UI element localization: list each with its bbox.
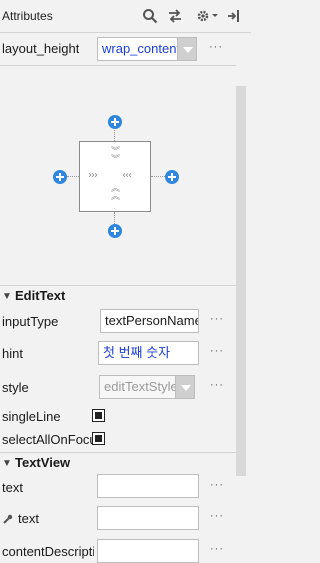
text-row: text ···	[0, 474, 236, 499]
add-constraint-top-icon[interactable]	[108, 115, 122, 129]
hint-row: hint 첫 번째 숫자 ···	[0, 340, 236, 367]
section-title-edittext: EditText	[15, 288, 66, 303]
swap-icon[interactable]	[166, 6, 184, 26]
gear-icon[interactable]	[194, 6, 220, 26]
content-description-label: contentDescription	[2, 544, 94, 559]
constraint-line-left	[67, 176, 79, 177]
text-tools-label: text	[18, 511, 39, 526]
more-button[interactable]: ···	[209, 41, 223, 53]
wrap-content-right-icon[interactable]: ‹‹‹	[122, 171, 132, 181]
attributes-header: Attributes	[0, 0, 251, 33]
divider	[0, 65, 236, 66]
style-row: style editTextStyle ···	[0, 374, 236, 401]
hint-field[interactable]: 첫 번째 숫자	[98, 341, 199, 365]
single-line-row: singleLine	[0, 406, 236, 426]
layout-height-combo[interactable]: wrap_content	[97, 37, 197, 61]
more-button[interactable]: ···	[210, 379, 224, 391]
single-line-checkbox[interactable]	[92, 409, 105, 422]
style-value: editTextStyle	[104, 379, 178, 394]
pin-icon[interactable]	[224, 6, 242, 26]
input-type-row: inputType textPersonName ···	[0, 308, 236, 335]
hint-label: hint	[2, 346, 23, 361]
text-tools-row: text ···	[0, 505, 236, 532]
single-line-label: singleLine	[2, 409, 61, 424]
wrap-content-bottom-icon[interactable]: ︽ ︽	[111, 185, 120, 202]
add-constraint-right-icon[interactable]	[165, 170, 179, 184]
select-all-row: selectAllOnFocus	[0, 429, 236, 449]
add-constraint-bottom-icon[interactable]	[108, 224, 122, 238]
section-header-edittext[interactable]: ▼ EditText	[0, 288, 236, 306]
dropdown-arrow-icon[interactable]	[177, 38, 196, 60]
constraint-line-right	[151, 176, 165, 177]
content-description-row: contentDescription ···	[0, 539, 236, 563]
text-field[interactable]	[97, 474, 199, 498]
select-all-label: selectAllOnFocus	[2, 432, 95, 447]
input-type-field[interactable]: textPersonName	[100, 309, 199, 333]
layout-height-row: layout_height wrap_content ···	[0, 34, 236, 64]
text-label: text	[2, 480, 23, 495]
vertical-scrollbar[interactable]	[236, 86, 246, 476]
select-all-checkbox[interactable]	[92, 432, 105, 445]
collapse-arrow-icon[interactable]: ▼	[2, 458, 12, 469]
wrap-content-left-icon[interactable]: ›››	[88, 171, 98, 181]
search-icon[interactable]	[141, 6, 159, 26]
hint-value: 첫 번째 숫자	[103, 345, 171, 360]
more-button[interactable]: ···	[210, 543, 224, 555]
style-combo[interactable]: editTextStyle	[99, 375, 195, 399]
section-title-textview: TextView	[15, 455, 71, 470]
wrench-icon	[3, 512, 13, 527]
add-constraint-left-icon[interactable]	[53, 170, 67, 184]
layout-height-value: wrap_content	[102, 41, 181, 56]
style-label: style	[2, 380, 29, 395]
content-description-field[interactable]	[97, 539, 199, 563]
more-button[interactable]: ···	[210, 313, 224, 325]
more-button[interactable]: ···	[210, 510, 224, 522]
divider	[0, 452, 236, 453]
wrap-content-top-icon[interactable]: ︾ ︾	[111, 148, 120, 165]
widget-size-box: ︾ ︾ ︽ ︽ ››› ‹‹‹	[79, 141, 151, 212]
layout-height-label: layout_height	[2, 41, 80, 56]
divider	[0, 285, 236, 286]
dropdown-arrow-icon[interactable]	[175, 376, 194, 398]
constraint-line-top	[114, 128, 115, 141]
more-button[interactable]: ···	[210, 479, 224, 491]
text-tools-field[interactable]	[97, 506, 199, 530]
section-header-textview[interactable]: ▼ TextView	[0, 455, 236, 473]
collapse-arrow-icon[interactable]: ▼	[2, 291, 12, 302]
constraint-line-bottom	[114, 212, 115, 224]
more-button[interactable]: ···	[210, 345, 224, 357]
input-type-value: textPersonName	[105, 313, 199, 328]
panel-title: Attributes	[2, 9, 53, 23]
input-type-label: inputType	[2, 314, 59, 329]
